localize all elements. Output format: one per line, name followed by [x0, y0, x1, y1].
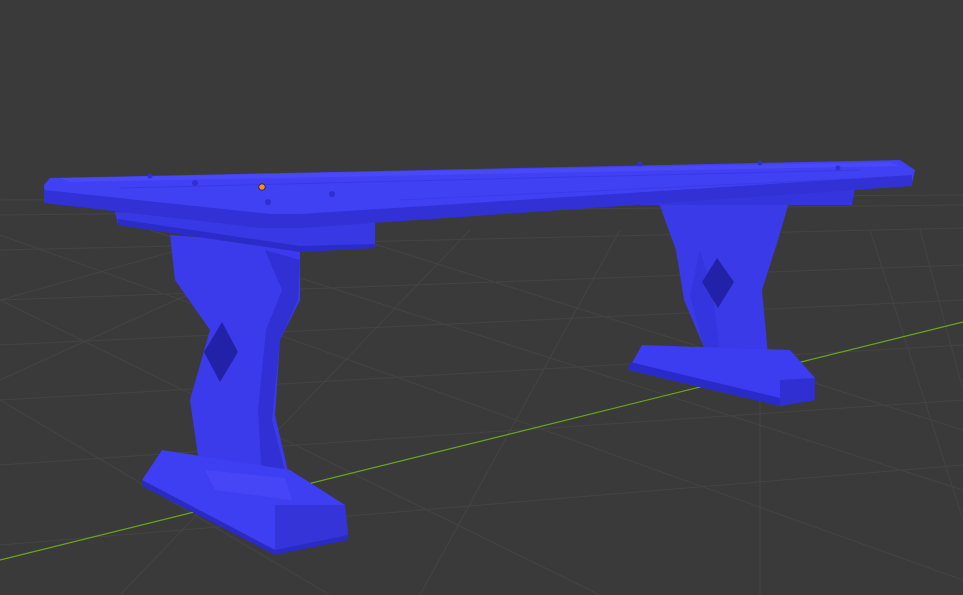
3d-viewport[interactable]	[0, 0, 963, 595]
viewport-background	[0, 0, 963, 595]
origin-dot-icon[interactable]	[258, 183, 266, 191]
viewport-scene[interactable]	[0, 0, 963, 595]
